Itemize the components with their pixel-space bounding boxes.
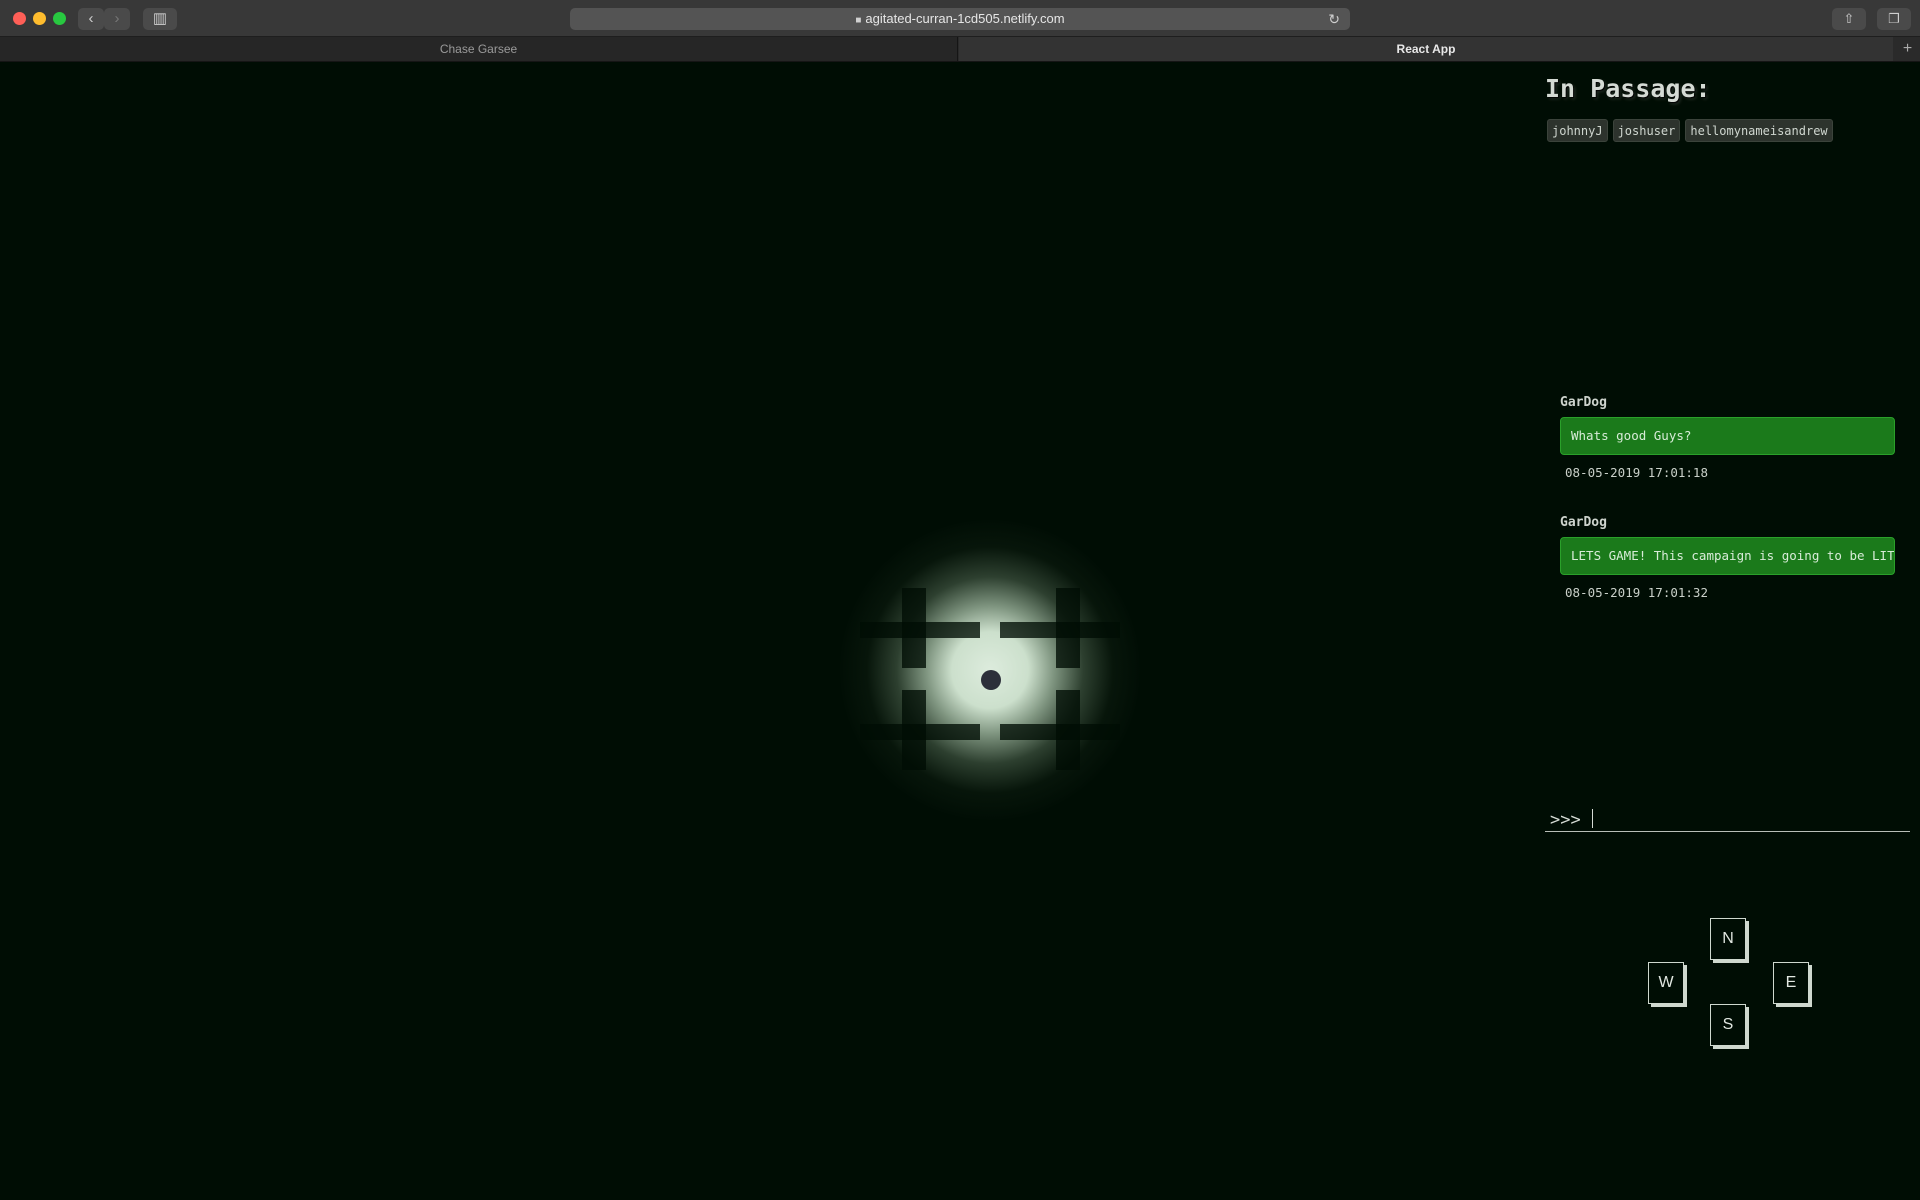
message-timestamp: 08-05-2019 17:01:18	[1565, 465, 1708, 480]
chat-messages: GarDog Whats good Guys? 08-05-2019 17:01…	[1560, 394, 1896, 634]
reload-icon[interactable]: ↻	[1328, 8, 1340, 30]
chevron-right-icon[interactable]: ›	[104, 8, 130, 30]
chat-message: GarDog Whats good Guys? 08-05-2019 17:01…	[1560, 394, 1896, 514]
tab-bar: Chase Garsee React App +	[0, 37, 1920, 62]
tab-label: Chase Garsee	[439, 42, 518, 56]
tab-chase-garsee[interactable]: Chase Garsee	[0, 37, 958, 61]
player-marker	[981, 670, 1001, 690]
message-text: LETS GAME! This campaign is going to be …	[1560, 537, 1895, 575]
dungeon-map	[840, 520, 1140, 820]
player-chip: hellomynameisandrew	[1685, 119, 1833, 142]
wall-segment	[860, 724, 980, 740]
tab-react-app[interactable]: React App	[959, 37, 1893, 61]
url-text: agitated-curran-1cd505.netlify.com	[865, 11, 1065, 26]
minimize-window-button[interactable]	[33, 12, 46, 25]
close-window-button[interactable]	[13, 12, 26, 25]
lock-icon: ■	[855, 15, 862, 26]
move-north-button[interactable]: N	[1710, 918, 1746, 960]
browser-titlebar: ‹ › ▥ ■ agitated-curran-1cd505.netlify.co…	[0, 0, 1920, 37]
player-chip: joshuser	[1612, 119, 1681, 142]
move-east-button[interactable]: E	[1773, 962, 1809, 1004]
address-bar[interactable]: ■ agitated-curran-1cd505.netlify.com ↻	[570, 8, 1350, 30]
message-text: Whats good Guys?	[1560, 417, 1895, 455]
maximize-window-button[interactable]	[53, 12, 66, 25]
message-author: GarDog	[1560, 515, 1607, 530]
command-input[interactable]: >>>	[1545, 808, 1910, 832]
prompt-symbol: >>>	[1550, 810, 1581, 830]
message-author: GarDog	[1560, 395, 1607, 410]
chat-message: GarDog LETS GAME! This campaign is going…	[1560, 514, 1896, 634]
share-icon[interactable]: ⇧	[1832, 8, 1866, 30]
text-caret	[1592, 809, 1593, 828]
chevron-left-icon[interactable]: ‹	[78, 8, 104, 30]
move-south-button[interactable]: S	[1710, 1004, 1746, 1046]
move-west-button[interactable]: W	[1648, 962, 1684, 1004]
wall-segment	[1000, 724, 1120, 740]
message-timestamp: 08-05-2019 17:01:32	[1565, 585, 1708, 600]
plus-icon[interactable]: +	[1895, 37, 1920, 61]
sidebar-icon[interactable]: ▥	[143, 8, 177, 30]
tab-label: React App	[1396, 42, 1456, 56]
tab-overview-icon[interactable]: ❐	[1877, 8, 1911, 30]
passage-title: In Passage:	[1545, 74, 1711, 103]
player-chip: johnnyJ	[1547, 119, 1608, 142]
wall-segment	[1000, 622, 1120, 638]
wall-segment	[860, 622, 980, 638]
players-in-passage: johnnyJ joshuser hellomynameisandrew	[1547, 119, 1833, 142]
